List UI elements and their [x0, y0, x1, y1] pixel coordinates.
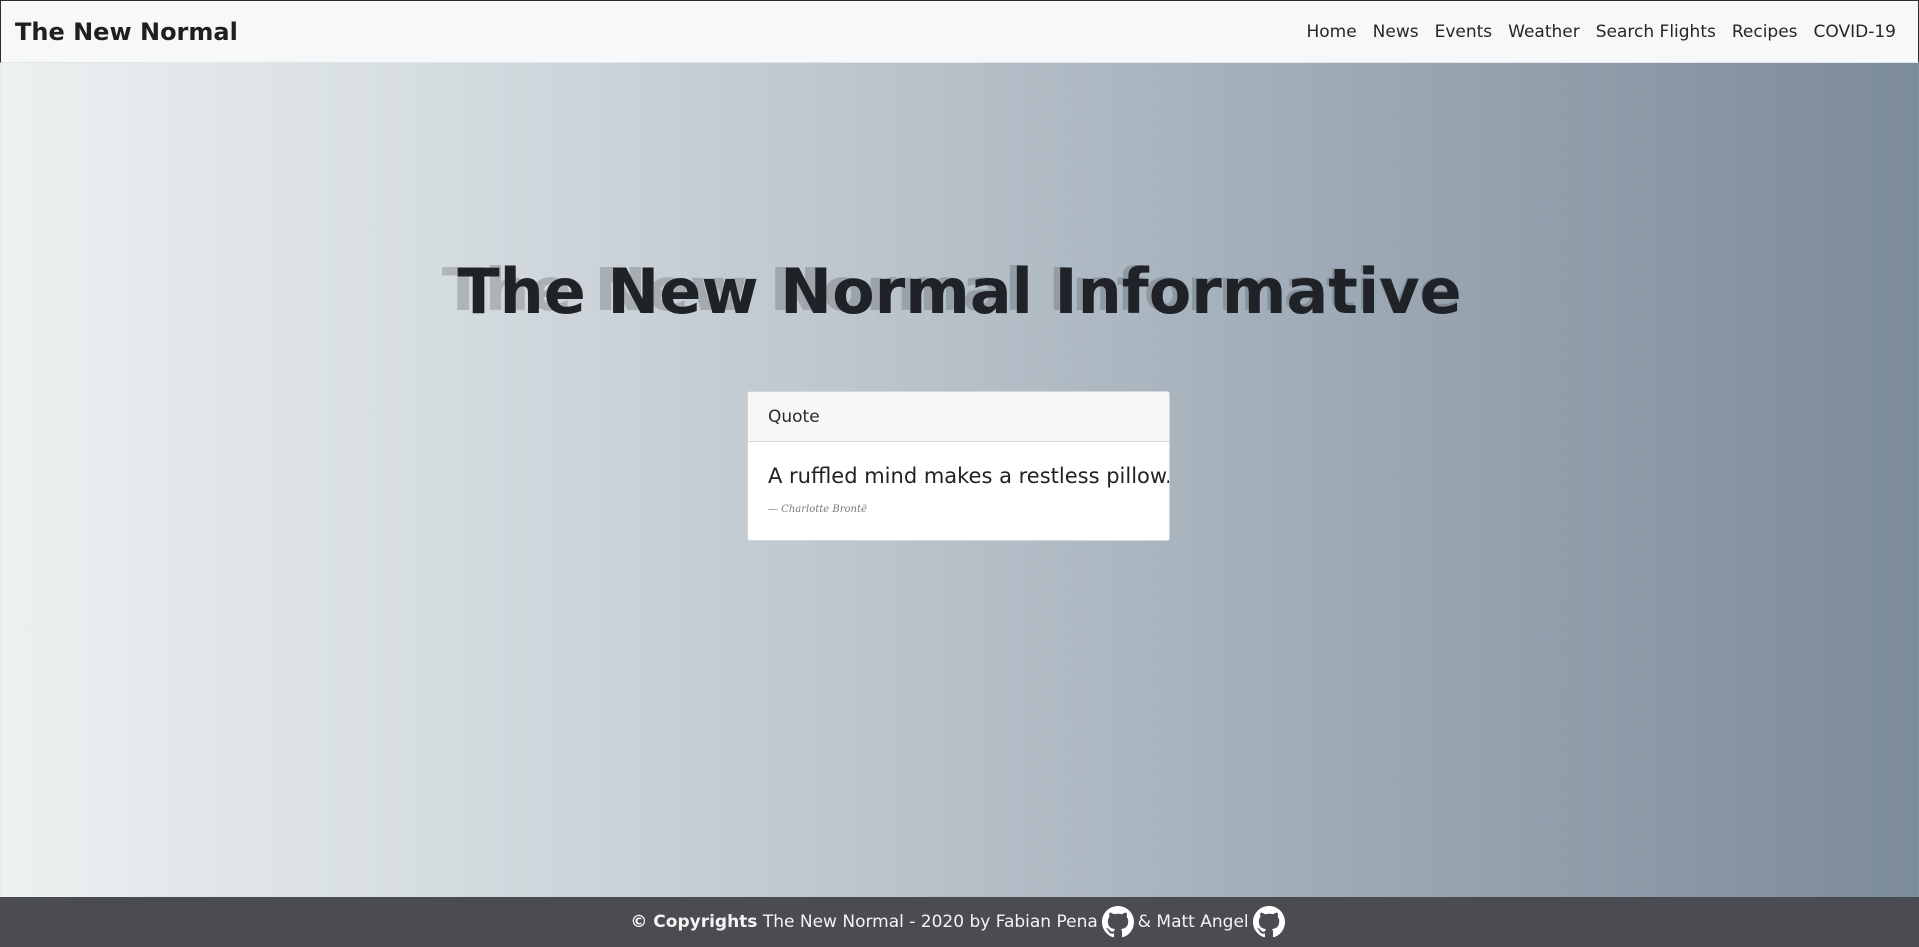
nav-links: Home News Events Weather Search Flights … — [1290, 22, 1896, 42]
nav-link-news[interactable]: News — [1373, 22, 1419, 42]
navbar: The New Normal Home News Events Weather … — [0, 0, 1919, 63]
footer-text: The New Normal - 2020 by Fabian Pena — [762, 912, 1098, 932]
quote-card: Quote A ruffled mind makes a restless pi… — [747, 391, 1170, 541]
footer-separator: & Matt Angel — [1137, 912, 1249, 932]
quote-card-header: Quote — [748, 392, 1169, 442]
nav-link-home[interactable]: Home — [1306, 22, 1356, 42]
nav-link-weather[interactable]: Weather — [1508, 22, 1580, 42]
github-icon[interactable] — [1252, 906, 1285, 938]
hero-title: The New Normal Informative — [457, 255, 1462, 328]
nav-link-recipes[interactable]: Recipes — [1732, 22, 1798, 42]
nav-link-events[interactable]: Events — [1435, 22, 1493, 42]
quote-card-body: A ruffled mind makes a restless pillow. … — [748, 442, 1169, 515]
github-icon[interactable] — [1101, 906, 1134, 938]
footer-copyright: © Copyrights — [630, 912, 758, 932]
nav-link-search-flights[interactable]: Search Flights — [1596, 22, 1716, 42]
quote-author: — Charlotte Brontë — [768, 504, 867, 515]
hero: The New Normal Informative The New Norma… — [0, 252, 1919, 332]
nav-link-covid-19[interactable]: COVID-19 — [1814, 22, 1896, 42]
footer: © Copyrights The New Normal - 2020 by Fa… — [0, 897, 1919, 947]
quote-text: A ruffled mind makes a restless pillow. — [768, 464, 1170, 488]
navbar-brand[interactable]: The New Normal — [15, 18, 238, 46]
